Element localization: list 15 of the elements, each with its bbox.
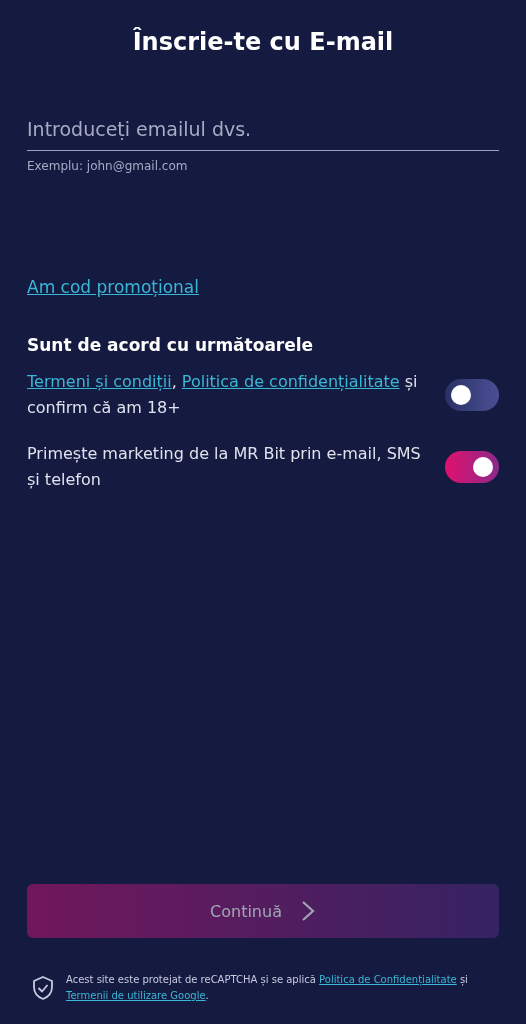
recaptcha-notice: Acest site este protejat de reCAPTCHA și se aplică Politica de Confidențialitate și Termenii de utilizare Google. bbox=[66, 973, 469, 1003]
consent-heading: Sunt de acord cu următoarele bbox=[27, 335, 315, 355]
policy-link[interactable]: Politica de Confidențialitate bbox=[319, 974, 457, 985]
consent-link[interactable]: Termeni și condiții bbox=[27, 372, 172, 391]
policy-link[interactable]: Termenii de utilizare Google bbox=[66, 990, 206, 1001]
shield-check-icon bbox=[32, 975, 54, 1001]
email-field[interactable]: Introduceți emailul dvs. bbox=[27, 112, 499, 151]
consent-text: Primește marketing de la MR Bit prin e-mail, SMS și telefon bbox=[27, 443, 422, 491]
toggle-switch[interactable] bbox=[445, 379, 499, 411]
consent-text: Termeni și condiții, Politica de confidențialitate și confirm că am 18+ bbox=[27, 371, 419, 419]
toggle-switch[interactable] bbox=[445, 451, 499, 483]
promo-code-link[interactable]: Am cod promoțional bbox=[27, 277, 199, 297]
consent-link[interactable]: Politica de confidențialitate bbox=[181, 372, 400, 391]
page-title: Înscrie-te cu E-mail bbox=[132, 28, 394, 56]
field-hint: Exemplu: john@gmail.com bbox=[27, 159, 189, 173]
